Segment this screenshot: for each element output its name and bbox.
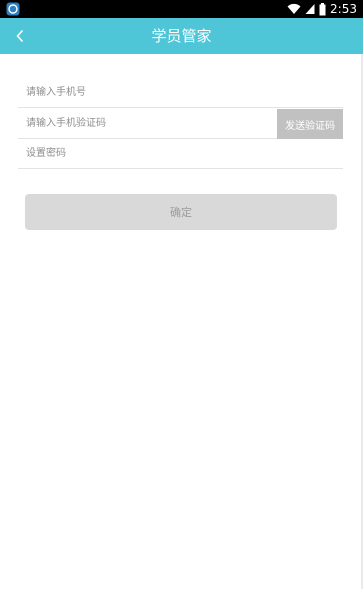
status-bar: 2:53 bbox=[0, 0, 363, 18]
app-notification-icon bbox=[6, 2, 20, 16]
password-input[interactable] bbox=[18, 138, 343, 168]
signal-icon bbox=[305, 4, 315, 14]
app-bar: 学员管家 bbox=[0, 18, 363, 54]
phone-input[interactable] bbox=[18, 77, 343, 107]
send-code-button[interactable]: 发送验证码 bbox=[277, 109, 343, 139]
wifi-icon bbox=[287, 3, 301, 15]
verification-code-input[interactable] bbox=[18, 108, 276, 138]
status-icons: 2:53 bbox=[287, 0, 357, 18]
back-button[interactable] bbox=[6, 22, 34, 50]
battery-icon bbox=[319, 2, 326, 15]
confirm-button[interactable]: 确定 bbox=[25, 194, 337, 230]
status-time: 2:53 bbox=[330, 2, 357, 16]
page-title: 学员管家 bbox=[151, 27, 212, 45]
phone-row bbox=[18, 77, 343, 108]
password-row bbox=[18, 138, 343, 169]
chevron-left-icon bbox=[16, 29, 24, 43]
